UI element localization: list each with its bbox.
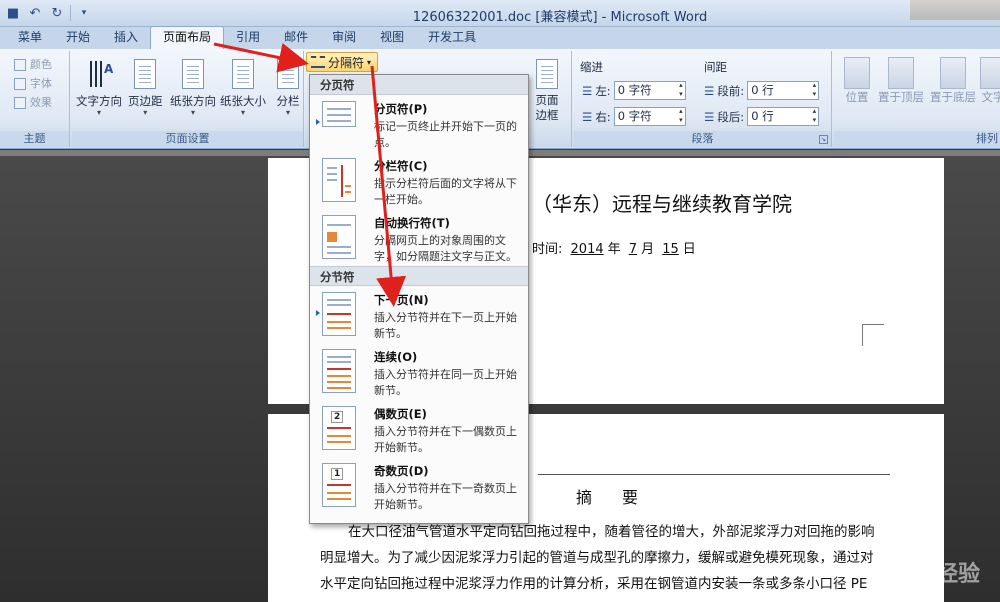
menu-item-even-page[interactable]: 2 偶数页(E) 插入分节符并在下一偶数页上开始新节。 xyxy=(310,400,528,457)
even-page-section-icon: 2 xyxy=(322,406,356,450)
text-wrap-icon xyxy=(980,57,1000,89)
space-before-spinner[interactable]: 0 行 xyxy=(747,81,820,100)
breaks-icon xyxy=(311,56,325,68)
tab-page-layout[interactable]: 页面布局 xyxy=(150,26,225,49)
indent-left-spinner[interactable]: 0 字符 xyxy=(613,81,686,100)
position-button[interactable]: 位置 xyxy=(844,57,870,105)
group-label-page-setup: 页面设置 xyxy=(72,131,303,147)
breaks-button[interactable]: 分隔符 ▾ xyxy=(306,52,378,72)
orientation-icon xyxy=(179,57,207,91)
odd-page-section-icon: 1 xyxy=(322,463,356,507)
abstract-title: 摘要 xyxy=(576,488,669,507)
theme-fonts-button[interactable]: 字体 xyxy=(14,74,52,93)
columns-button[interactable]: 分栏 ▾ xyxy=(274,57,302,117)
group-label-themes: 主题 xyxy=(0,131,69,147)
window-controls[interactable] xyxy=(910,0,1000,20)
tab-home[interactable]: 开始 xyxy=(54,27,102,49)
continuous-section-icon xyxy=(322,349,356,393)
text-direction-button[interactable]: A 文字方向 ▾ xyxy=(76,57,122,117)
page-break-icon xyxy=(322,101,356,127)
position-icon xyxy=(844,57,870,89)
theme-colors-button[interactable]: 颜色 xyxy=(14,55,52,74)
bring-to-front-button[interactable]: 置于顶层 xyxy=(878,57,924,105)
menu-item-page-break[interactable]: 分页符(P) 标记一页终止并开始下一页的点。 xyxy=(310,95,528,152)
chevron-down-icon: ▾ xyxy=(190,108,195,117)
menu-item-odd-page[interactable]: 1 奇数页(D) 插入分节符并在下一奇数页上开始新节。 xyxy=(310,457,528,514)
space-before-icon: ☰ xyxy=(704,83,715,98)
indent-left-icon: ☰ xyxy=(582,83,593,98)
spacing-heading: 间距 xyxy=(704,60,727,74)
group-page-setup: A 文字方向 ▾ 页边距 ▾ 纸张方向 ▾ 纸张大小 ▾ 分栏 ▾ 页面设置 xyxy=(72,51,304,147)
title-bar: ■ ↶ ↻ ▾ 12606322001.doc [兼容模式] - Microso… xyxy=(0,0,1000,27)
fonts-icon xyxy=(14,77,26,90)
chevron-down-icon: ▾ xyxy=(367,57,372,67)
chevron-down-icon: ▾ xyxy=(240,108,245,117)
menu-heading-page-breaks: 分页符 xyxy=(310,75,528,95)
group-label-paragraph: 段落 xyxy=(574,131,831,147)
document-title: （华东）远程与继续教育学院 xyxy=(532,192,792,216)
next-page-section-icon xyxy=(322,292,356,336)
margins-icon xyxy=(131,57,159,91)
send-to-back-button[interactable]: 置于底层 xyxy=(930,57,976,105)
paper-size-button[interactable]: 纸张大小 ▾ xyxy=(220,57,266,117)
body-line: 水平定向钻回拖过程中泥浆浮力作用的计算分析，采用在钢管道内安装一条或多条小口径 … xyxy=(320,576,868,592)
space-after-spinner[interactable]: 0 行 xyxy=(747,107,820,126)
text-wrap-button[interactable]: 文字 xyxy=(980,57,1000,105)
watermark: 经验 xyxy=(935,562,980,587)
tab-review[interactable]: 审阅 xyxy=(320,27,368,49)
effects-icon xyxy=(14,96,26,109)
column-break-icon xyxy=(322,158,356,202)
body-line: 明显增大。为了减少因泥浆浮力引起的管道与成型孔的摩擦力，缓解或避免模死现象，通过… xyxy=(320,550,874,566)
colors-icon xyxy=(14,58,26,71)
breaks-menu: 分页符 分页符(P) 标记一页终止并开始下一页的点。 分栏符(C) 指示分栏符后… xyxy=(309,74,529,524)
pointer-icon xyxy=(316,310,320,316)
chevron-down-icon: ▾ xyxy=(143,108,148,117)
dialog-launcher-icon[interactable]: ↘ xyxy=(819,135,828,144)
tab-view[interactable]: 视图 xyxy=(368,27,416,49)
tab-mailings[interactable]: 邮件 xyxy=(272,27,320,49)
text-wrapping-break-icon xyxy=(322,215,356,259)
indent-right-spinner[interactable]: 0 字符 xyxy=(613,107,686,126)
svg-text:A: A xyxy=(104,62,113,76)
indent-right-icon: ☰ xyxy=(582,109,593,124)
chevron-down-icon: ▾ xyxy=(285,108,290,117)
page-corner-mark xyxy=(862,324,884,346)
watermark-logo-icon xyxy=(870,560,896,586)
columns-icon xyxy=(274,57,302,91)
group-label-arrange: 排列 xyxy=(834,131,1000,147)
margins-button[interactable]: 页边距 ▾ xyxy=(128,57,163,117)
group-paragraph: 缩进 间距 ☰ 左: 0 字符 ☰ 右: 0 字符 ☰ 段前: 0 行 ☰ 段后… xyxy=(574,51,832,147)
bring-to-front-icon xyxy=(888,57,914,89)
paper-size-icon xyxy=(229,57,257,91)
chevron-down-icon: ▾ xyxy=(96,108,101,117)
tab-references[interactable]: 引用 xyxy=(224,27,272,49)
indent-heading: 缩进 xyxy=(580,60,603,74)
text-direction-icon: A xyxy=(85,57,114,91)
pointer-icon xyxy=(316,119,320,125)
menu-item-continuous[interactable]: 连续(O) 插入分节符并在同一页上开始新节。 xyxy=(310,343,528,400)
send-to-back-icon xyxy=(940,57,966,89)
orientation-button[interactable]: 纸张方向 ▾ xyxy=(170,57,216,117)
theme-effects-button[interactable]: 效果 xyxy=(14,93,52,112)
document-date: 时间: 2014 年 7月 15 日 xyxy=(532,242,696,257)
window-title: 12606322001.doc [兼容模式] - Microsoft Word xyxy=(412,10,708,25)
menu-heading-section-breaks: 分节符 xyxy=(310,266,528,286)
menu-item-text-wrapping-break[interactable]: 自动换行符(T) 分隔网页上的对象周围的文字，如分隔题注文字与正文。 xyxy=(310,209,528,266)
page-borders-icon xyxy=(533,57,561,91)
menu-item-column-break[interactable]: 分栏符(C) 指示分栏符后面的文字将从下一栏开始。 xyxy=(310,152,528,209)
menu-item-next-page[interactable]: 下一页(N) 插入分节符并在下一页上开始新节。 xyxy=(310,286,528,343)
space-after-icon: ☰ xyxy=(704,109,715,124)
ribbon-tabs: 菜单 开始 插入 页面布局 引用 邮件 审阅 视图 开发工具 xyxy=(0,26,1000,49)
tab-menu[interactable]: 菜单 xyxy=(0,27,54,49)
header-rule xyxy=(538,474,890,475)
tab-developer[interactable]: 开发工具 xyxy=(416,27,488,49)
group-themes: 颜色 字体 效果 主题 xyxy=(0,51,70,147)
group-arrange: 位置 置于顶层 置于底层 文字 排列 xyxy=(834,51,1000,147)
page-borders-button[interactable]: 页面边框 xyxy=(532,57,562,123)
tab-insert[interactable]: 插入 xyxy=(102,27,150,49)
